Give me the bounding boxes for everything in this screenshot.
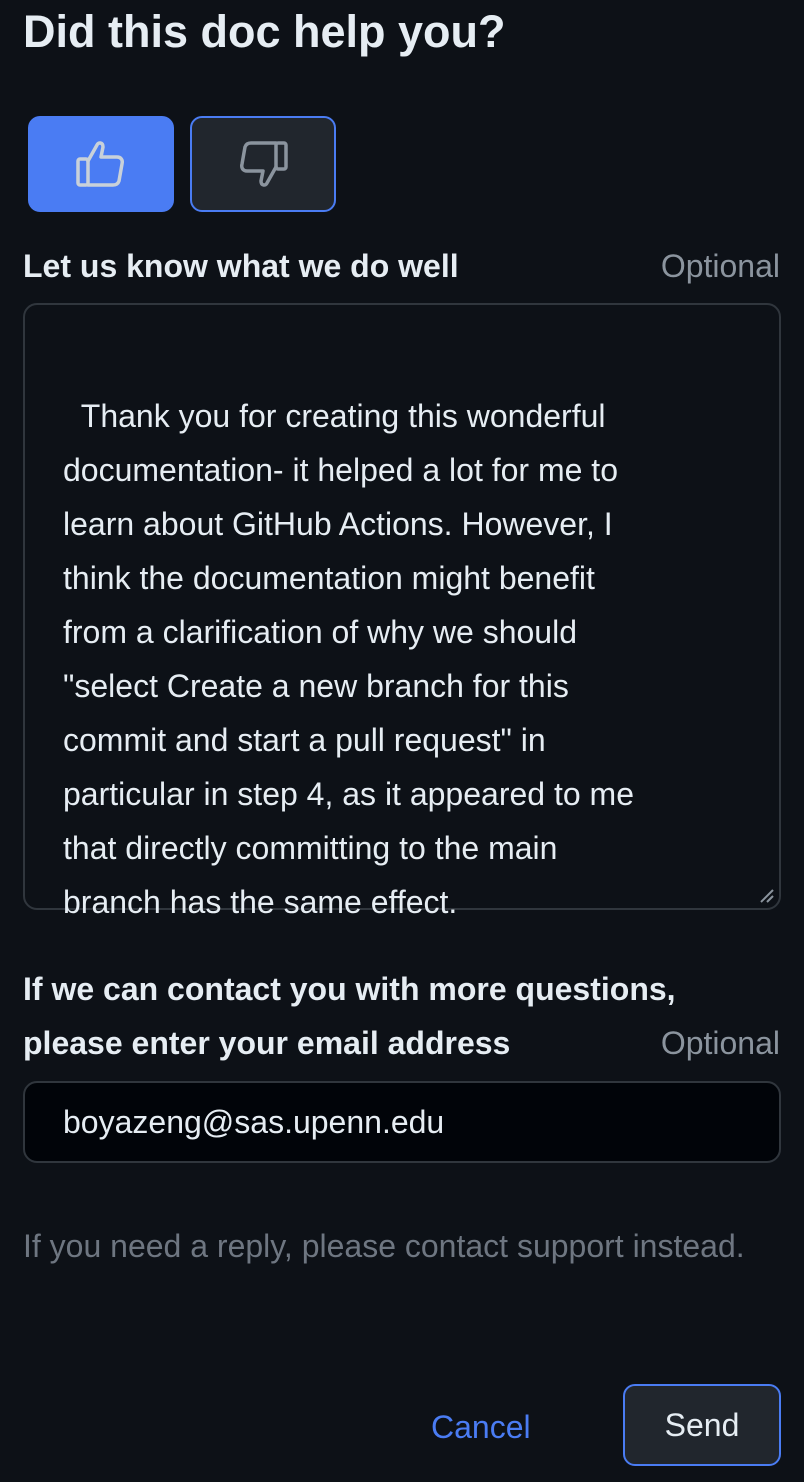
email-label-line2: please enter your email address [23, 1025, 511, 1061]
send-button[interactable]: Send [623, 1384, 781, 1466]
email-input[interactable]: boyazeng@sas.upenn.edu [23, 1081, 781, 1163]
thumbs-up-button[interactable] [28, 116, 174, 212]
resize-handle-icon[interactable] [757, 886, 775, 904]
comment-label: Let us know what we do well [23, 248, 459, 284]
thumbs-down-icon [240, 141, 288, 187]
reply-note: If you need a reply, please contact supp… [23, 1228, 745, 1264]
email-optional-hint: Optional [660, 1025, 780, 1061]
email-value: boyazeng@sas.upenn.edu [63, 1104, 445, 1140]
cancel-button[interactable]: Cancel [431, 1403, 531, 1451]
send-label: Send [664, 1406, 740, 1443]
comment-text: Thank you for creating this wonderful do… [63, 398, 634, 920]
page-title: Did this doc help you? [23, 6, 506, 57]
email-label-line1: If we can contact you with more question… [23, 971, 676, 1007]
thumbs-down-button[interactable] [190, 116, 336, 212]
comment-textarea[interactable]: Thank you for creating this wonderful do… [23, 303, 781, 920]
comment-optional-hint: Optional [660, 248, 780, 284]
thumbs-up-icon [76, 141, 124, 187]
